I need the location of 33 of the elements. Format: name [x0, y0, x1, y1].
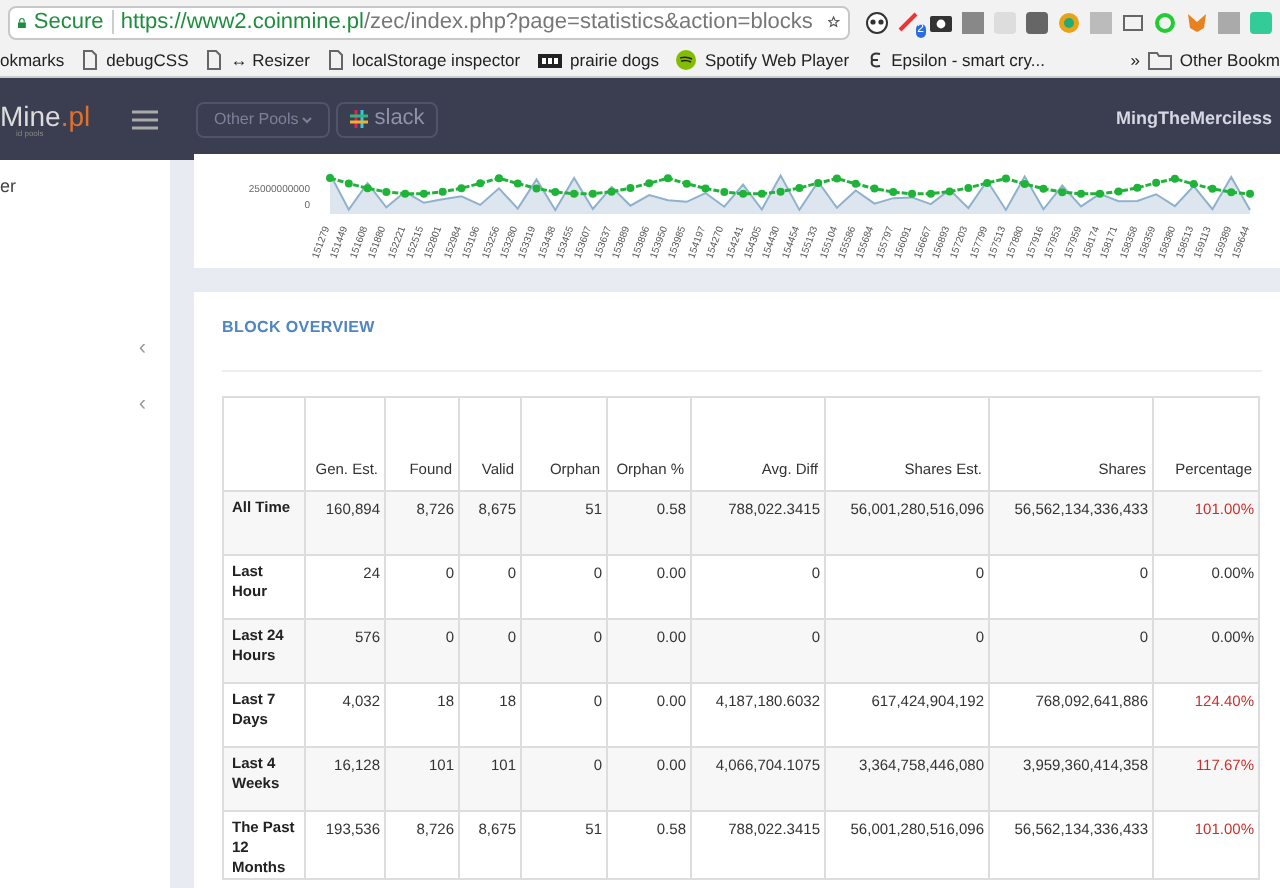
overflow-chevron[interactable]: » [1130, 47, 1140, 73]
spotify-icon [676, 50, 697, 70]
extension-icon[interactable] [1026, 11, 1048, 33]
username[interactable]: MingTheMerciless [1115, 105, 1272, 133]
caret-icon [302, 115, 313, 123]
url-text: https://www2.coinmine.pl/zec/index.php?page=statistics&action=blocks [120, 7, 813, 37]
slack-logo-icon [350, 110, 369, 128]
bookmark-link[interactable]: ↔ Resizer [230, 47, 310, 73]
bookmark-link[interactable]: Epsilon - smart cry... [891, 47, 1045, 73]
page-icon [82, 50, 99, 70]
cast-icon[interactable] [1122, 11, 1144, 33]
bookmark-link[interactable]: okmarks [0, 47, 65, 73]
lock-icon [18, 13, 26, 31]
page-icon [206, 50, 223, 70]
extension-icon[interactable] [898, 11, 920, 33]
extension-icon[interactable] [1058, 11, 1080, 33]
film-icon [538, 53, 563, 67]
extension-icon[interactable] [962, 11, 984, 33]
address-bar[interactable]: Secure https://www2.coinmine.pl/zec/index.php?page=statistics&action=blocks [8, 5, 850, 39]
star-icon[interactable] [828, 12, 840, 32]
secure-label: Secure [33, 7, 104, 37]
bookmark-link[interactable]: prairie dogs [570, 47, 659, 73]
bookmark-link[interactable]: debugCSS [106, 47, 189, 73]
camera-icon[interactable] [930, 11, 952, 33]
epsilon-icon [867, 50, 884, 70]
menu-icon[interactable] [132, 109, 158, 129]
bookmark-link[interactable]: localStorage inspector [351, 47, 521, 73]
sidebar-item[interactable]: er [0, 174, 170, 201]
bookmark-link[interactable]: Spotify Web Player [704, 47, 850, 73]
page-icon [327, 50, 344, 70]
card-title: BLOCK OVERVIEW [222, 316, 377, 340]
folder-icon [1147, 51, 1172, 69]
bookmark-folder[interactable]: Other Bookm [1179, 47, 1280, 73]
